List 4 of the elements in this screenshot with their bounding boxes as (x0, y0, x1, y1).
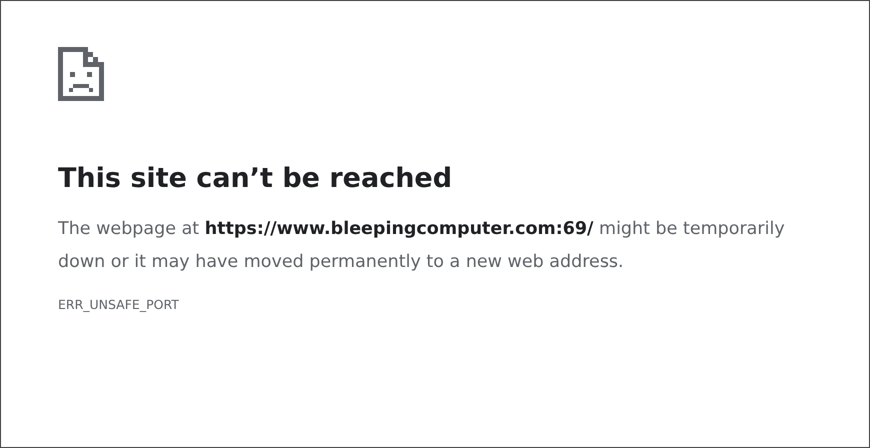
error-message: The webpage at https://www.bleepingcomputer.com:69/ might be temporarily down or it may have moved permanently to a new web address. (58, 218, 786, 274)
error-code: ERR_UNSAFE_PORT (58, 297, 179, 312)
sad-page-icon (58, 47, 104, 101)
error-title: This site can’t be reached (58, 162, 454, 196)
